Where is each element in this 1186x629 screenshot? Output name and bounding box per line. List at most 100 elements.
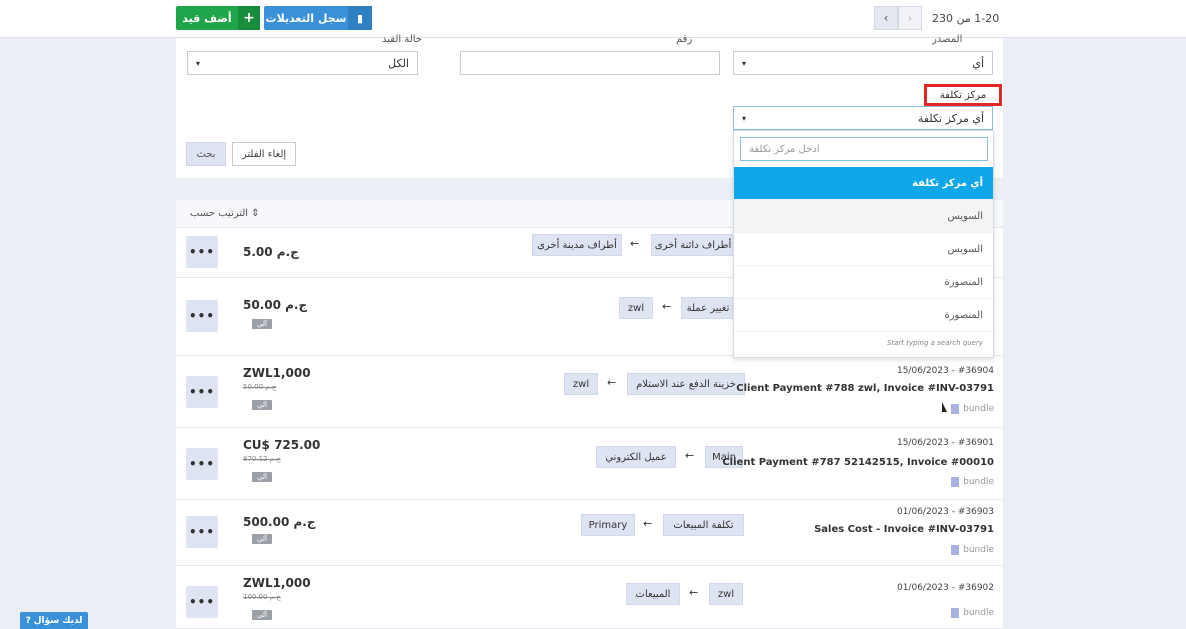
- status-badge: آلي: [252, 534, 272, 544]
- sort-icon: ⇕: [251, 208, 260, 219]
- entry-meta: 15/06/2023 - #36901: [896, 438, 994, 448]
- prev-page-button[interactable]: ›: [898, 6, 922, 30]
- chevron-left-icon: ‹: [883, 11, 889, 25]
- entry-tag-label: bundle: [963, 608, 994, 618]
- account-tag: عميل الكتروني: [596, 446, 676, 468]
- dropdown-option[interactable]: السويس: [734, 200, 993, 233]
- dropdown-option[interactable]: المنصورة: [734, 299, 993, 332]
- table-row: ••• ZWL1,000 50.00 ج.م آلي خزينة الدفع ع…: [176, 356, 1003, 428]
- pager-text: 1-20 من 230: [932, 11, 1000, 25]
- add-entry-label: أضف قيد: [182, 11, 232, 25]
- source-value: أي: [972, 56, 984, 70]
- change-log-label: سجل التعديلات: [265, 11, 347, 25]
- table-row: ••• CU$ 725.00 870.12 ج.م آلي Main ← عمي…: [176, 428, 1003, 500]
- entry-meta: 01/06/2023 - #36903: [896, 507, 994, 517]
- account-tag: أطراف مدينة أخرى: [532, 234, 622, 256]
- change-log-button[interactable]: سجل التعديلات ▮: [264, 6, 372, 30]
- status-label: حالة القيد: [382, 34, 422, 45]
- dropdown-option[interactable]: المنصورة: [734, 266, 993, 299]
- entry-tag-label: bundle: [963, 404, 994, 414]
- arrow-left-icon: ←: [607, 376, 617, 389]
- entry-tag: bundle: [951, 608, 994, 618]
- status-badge: آلي: [252, 610, 272, 620]
- cost-center-dropdown: ادخل مركز تكلفة أي مركز تكلفة السويس الس…: [733, 130, 994, 358]
- account-tag: zwl: [709, 583, 743, 605]
- table-row: ••• 500.00 ج.م آلي تكلفة المبيعات ← Prim…: [176, 500, 1003, 566]
- cost-center-value: أي مركز تكلفة: [917, 111, 984, 125]
- dropdown-option-any[interactable]: أي مركز تكلفة: [734, 167, 993, 200]
- account-tag: تكلفة المبيعات: [663, 514, 744, 536]
- account-tag: المبيعات: [626, 583, 680, 605]
- entry-tag: bundle: [951, 477, 994, 487]
- dropdown-option[interactable]: السويس: [734, 233, 993, 266]
- more-actions-button[interactable]: •••: [186, 516, 218, 548]
- chevron-down-icon: ▾: [742, 58, 747, 68]
- cost-center-select[interactable]: ▾ أي مركز تكلفة: [733, 106, 993, 130]
- pagination: ‹ › 1-20 من 230: [874, 6, 1002, 30]
- more-actions-button[interactable]: •••: [186, 448, 218, 480]
- source-select[interactable]: ▾ أي: [733, 51, 993, 75]
- row-amount: ZWL1,000: [243, 576, 311, 590]
- search-button[interactable]: بحث: [186, 142, 226, 166]
- cancel-filter-button[interactable]: إلغاء الفلتر: [232, 142, 296, 166]
- account-tag: خزينة الدفع عند الاستلام: [627, 373, 745, 395]
- account-tag: Primary: [581, 514, 635, 536]
- chevron-right-icon: ›: [907, 11, 913, 25]
- entry-tag-label: bundle: [963, 545, 994, 555]
- status-value: الكل: [388, 56, 409, 70]
- next-page-button[interactable]: ‹: [874, 6, 898, 30]
- arrow-left-icon: ←: [662, 300, 672, 313]
- number-label: رقم: [676, 34, 693, 45]
- entry-title[interactable]: Client Payment #788 zwl, Invoice #INV-03…: [736, 383, 994, 394]
- building-icon: [951, 404, 960, 414]
- more-actions-button[interactable]: •••: [186, 236, 218, 268]
- arrow-left-icon: ←: [685, 449, 695, 462]
- account-tag: تغيير عملة: [681, 297, 735, 319]
- arrow-left-icon: ←: [643, 517, 653, 530]
- row-amount: 5.00 ج.م: [243, 245, 299, 259]
- building-icon: [951, 545, 960, 555]
- entry-tag: bundle: [951, 545, 994, 555]
- plus-icon: +: [238, 6, 260, 30]
- row-amount: 500.00 ج.م: [243, 515, 316, 529]
- source-label: المصدر: [932, 34, 963, 45]
- status-badge: آلي: [252, 472, 272, 482]
- question-icon: ?: [25, 615, 31, 626]
- more-actions-button[interactable]: •••: [186, 586, 218, 618]
- arrow-left-icon: ←: [630, 237, 640, 250]
- entry-title[interactable]: Sales Cost - Invoice #INV-03791: [814, 524, 994, 535]
- entry-title[interactable]: Client Payment #787 52142515, Invoice #0…: [722, 457, 994, 468]
- row-old-amount: 100.00 ج.م: [243, 593, 281, 601]
- dropdown-hint: Start typing a search query: [886, 339, 983, 347]
- caret-down-icon: ▾: [196, 58, 201, 68]
- help-button[interactable]: ? لديك سؤال: [20, 612, 88, 629]
- book-icon: ▮: [348, 6, 372, 30]
- account-tag: أطراف دائنة أخرى: [651, 234, 735, 256]
- account-tag: zwl: [564, 373, 598, 395]
- row-amount: ZWL1,000: [243, 366, 311, 380]
- help-label: لديك سؤال: [33, 615, 83, 626]
- mouse-cursor-icon: [942, 402, 947, 412]
- more-actions-button[interactable]: •••: [186, 376, 218, 408]
- row-old-amount: 870.12 ج.م: [243, 455, 281, 463]
- more-actions-button[interactable]: •••: [186, 300, 218, 332]
- number-input[interactable]: [460, 51, 720, 75]
- sort-button[interactable]: ⇕ الترتيب حسب: [190, 208, 260, 219]
- add-entry-button[interactable]: أضف قيد +: [176, 6, 260, 30]
- caret-down-icon: ▾: [742, 113, 747, 123]
- cost-center-search-input[interactable]: ادخل مركز تكلفة: [740, 137, 988, 161]
- cost-center-label: مركز تكلفة: [924, 84, 1002, 106]
- account-tag: zwl: [619, 297, 653, 319]
- status-badge: آلي: [252, 400, 272, 410]
- building-icon: [951, 608, 960, 618]
- entry-tag: bundle: [951, 404, 994, 414]
- status-select[interactable]: ▾ الكل: [187, 51, 418, 75]
- row-amount: CU$ 725.00: [243, 438, 321, 452]
- row-old-amount: 50.00 ج.م: [243, 383, 277, 391]
- top-toolbar: أضف قيد + سجل التعديلات ▮ ‹ › 1-20 من 23…: [0, 0, 1186, 38]
- table-row: ••• ZWL1,000 100.00 ج.م آلي zwl ← المبيع…: [176, 566, 1003, 629]
- building-icon: [951, 477, 960, 487]
- entry-meta: 01/06/2023 - #36902: [896, 583, 994, 593]
- row-amount: 50.00 ج.م: [243, 298, 308, 312]
- sort-label: الترتيب حسب: [190, 208, 249, 219]
